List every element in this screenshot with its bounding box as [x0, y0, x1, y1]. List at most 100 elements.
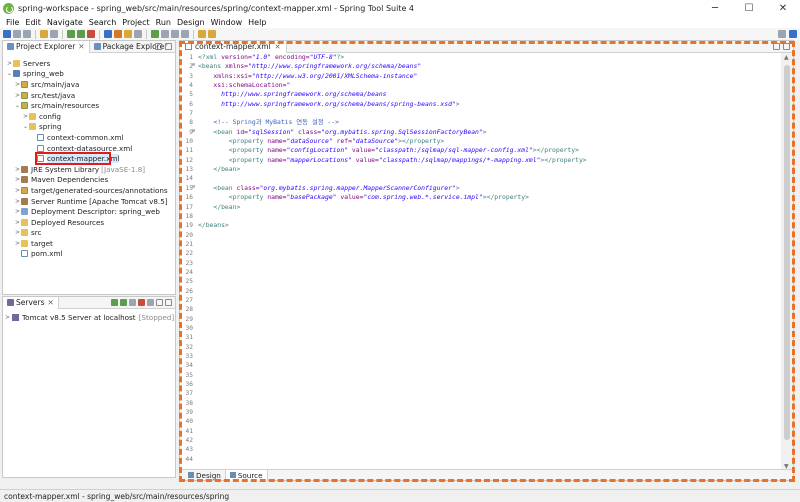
- tab-context-mapper-xml[interactable]: context-mapper.xml ✕: [180, 40, 287, 53]
- stop-icon[interactable]: [87, 30, 95, 38]
- menu-file[interactable]: File: [3, 17, 22, 28]
- expand-arrow[interactable]: >: [14, 198, 21, 205]
- save-all-icon[interactable]: [23, 30, 31, 38]
- expand-arrow[interactable]: >: [22, 113, 29, 120]
- next-annotation-icon[interactable]: [171, 30, 179, 38]
- tree-item[interactable]: ⌄ src/main/resources: [3, 100, 175, 111]
- new-icon[interactable]: [3, 30, 11, 38]
- build-icon[interactable]: [40, 30, 48, 38]
- back-icon[interactable]: [198, 30, 206, 38]
- tree-item[interactable]: > JRE System Library [JavaSE-1.8]: [3, 164, 175, 175]
- stop-server-icon[interactable]: [138, 299, 145, 306]
- code-line[interactable]: [198, 212, 780, 221]
- maximize-panel-icon[interactable]: [165, 43, 172, 50]
- close-tab-icon[interactable]: ✕: [275, 43, 281, 51]
- search-icon[interactable]: [134, 30, 142, 38]
- expand-arrow[interactable]: >: [14, 208, 21, 215]
- tab-design[interactable]: Design: [184, 469, 226, 481]
- debug-server-icon[interactable]: [111, 299, 118, 306]
- tree-item[interactable]: > Deployed Resources: [3, 217, 175, 228]
- minimize-editor-icon[interactable]: [773, 43, 780, 50]
- code-line[interactable]: <bean id="sqlSession" class="org.mybatis…: [198, 128, 780, 137]
- run-icon[interactable]: [77, 30, 85, 38]
- tree-item[interactable]: ⌄ spring: [3, 122, 175, 133]
- code-line[interactable]: <?xml version="1.0" encoding="UTF-8"?>: [198, 53, 780, 62]
- menu-run[interactable]: Run: [153, 17, 174, 28]
- code-line[interactable]: <property name="basePackage" value="com.…: [198, 193, 780, 202]
- code-line[interactable]: </bean>: [198, 165, 780, 174]
- code-line[interactable]: [198, 109, 780, 118]
- tab-servers[interactable]: Servers ✕: [3, 296, 59, 309]
- code-line[interactable]: </beans>: [198, 221, 780, 230]
- tree-item[interactable]: > Maven Dependencies: [3, 175, 175, 186]
- tree-item[interactable]: > src/main/java: [3, 79, 175, 90]
- code-line[interactable]: http://www.springframework.org/schema/be…: [198, 100, 780, 109]
- tree-item[interactable]: context-common.xml: [3, 132, 175, 143]
- minimize-button[interactable]: ─: [698, 0, 732, 17]
- tab-close-icon[interactable]: ✕: [48, 298, 54, 307]
- tree-item[interactable]: > Server Runtime [Apache Tomcat v8.5]: [3, 196, 175, 207]
- minimize-panel-icon[interactable]: [156, 299, 163, 306]
- fold-toggle-icon[interactable]: ⊖: [192, 184, 195, 190]
- menu-help[interactable]: Help: [245, 17, 269, 28]
- minimize-panel-icon[interactable]: [155, 43, 162, 50]
- menu-edit[interactable]: Edit: [22, 17, 44, 28]
- code-line[interactable]: </bean>: [198, 203, 780, 212]
- collapse-arrow[interactable]: ⌄: [14, 102, 21, 109]
- expand-arrow[interactable]: >: [14, 187, 21, 194]
- tree-item[interactable]: > target: [3, 238, 175, 249]
- tree-item[interactable]: > target/generated-sources/annotations: [3, 185, 175, 196]
- profile-server-icon[interactable]: [129, 299, 136, 306]
- expand-arrow[interactable]: >: [6, 60, 13, 67]
- tab-source[interactable]: Source: [225, 469, 268, 481]
- code-line[interactable]: xsi:schemaLocation=": [198, 81, 780, 90]
- maximize-button[interactable]: ☐: [732, 0, 766, 17]
- expand-arrow[interactable]: >: [3, 314, 12, 321]
- publish-icon[interactable]: [147, 299, 154, 306]
- tree-item[interactable]: pom.xml: [3, 249, 175, 260]
- tree-item[interactable]: > src: [3, 228, 175, 239]
- code-area[interactable]: 1 ⊖ 2 3 4 5 6 7 8 ⊖ 9 10 11 12 13 14 ⊖ 15 16 17 18 19 20 21 22 23…: [180, 53, 780, 471]
- tree-item[interactable]: > Servers: [3, 58, 175, 69]
- close-button[interactable]: ✕: [766, 0, 800, 17]
- code-line[interactable]: <property name="mapperLocations" value="…: [198, 156, 780, 165]
- fold-toggle-icon[interactable]: ⊖: [192, 128, 195, 134]
- code-line[interactable]: <bean class="org.mybatis.spring.mapper.M…: [198, 184, 780, 193]
- scrollbar-thumb[interactable]: [784, 65, 790, 440]
- maximize-editor-icon[interactable]: [783, 43, 790, 50]
- java-ee-perspective-icon[interactable]: [789, 30, 797, 38]
- annotation-icon[interactable]: [161, 30, 169, 38]
- previous-annotation-icon[interactable]: [181, 30, 189, 38]
- tree-item[interactable]: > Deployment Descriptor: spring_web: [3, 206, 175, 217]
- tree-item[interactable]: > config: [3, 111, 175, 122]
- code-line[interactable]: <beans xmlns="http://www.springframework…: [198, 62, 780, 71]
- debug-icon[interactable]: [67, 30, 75, 38]
- tree-item[interactable]: context-datasource.xml: [3, 143, 175, 154]
- start-server-icon[interactable]: [120, 299, 127, 306]
- code-line[interactable]: <!-- Spring과 MyBatis 연동 설정 -->: [198, 118, 780, 127]
- code-line[interactable]: xmlns:xsi="http://www.w3.org/2001/XMLSch…: [198, 72, 780, 81]
- save-icon[interactable]: [13, 30, 21, 38]
- boot-dashboard-icon[interactable]: [151, 30, 159, 38]
- menu-search[interactable]: Search: [86, 17, 119, 28]
- collapse-arrow[interactable]: ⌄: [6, 70, 13, 77]
- menu-window[interactable]: Window: [208, 17, 246, 28]
- collapse-arrow[interactable]: ⌄: [22, 123, 29, 130]
- scroll-up-icon[interactable]: ▲: [784, 54, 789, 61]
- fold-toggle-icon[interactable]: ⊖: [192, 62, 195, 68]
- code-line[interactable]: <property name="dataSource" ref="dataSou…: [198, 137, 780, 146]
- tab-project-explorer[interactable]: Project Explorer ✕: [3, 40, 90, 53]
- maximize-panel-icon[interactable]: [165, 299, 172, 306]
- code-text[interactable]: <?xml version="1.0" encoding="UTF-8"?> <b…: [198, 53, 780, 231]
- menu-navigate[interactable]: Navigate: [44, 17, 86, 28]
- forward-icon[interactable]: [208, 30, 216, 38]
- expand-arrow[interactable]: >: [14, 81, 21, 88]
- terminal-icon[interactable]: [50, 30, 58, 38]
- code-line[interactable]: [198, 174, 780, 183]
- tab-close-icon[interactable]: ✕: [78, 42, 84, 51]
- expand-arrow[interactable]: >: [14, 92, 21, 99]
- open-type-icon[interactable]: [124, 30, 132, 38]
- server-row[interactable]: > Tomcat v8.5 Server at localhost [Stopp…: [3, 312, 175, 322]
- new-package-icon[interactable]: [114, 30, 122, 38]
- open-perspective-icon[interactable]: [778, 30, 786, 38]
